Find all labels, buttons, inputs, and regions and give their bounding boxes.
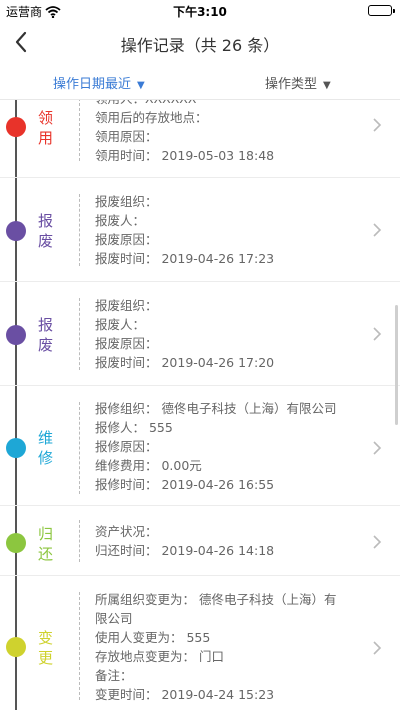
chevron-right-icon [373, 223, 382, 237]
record-type-label: 变更 [38, 629, 54, 667]
record-field: 维修费用： 0.00元 [95, 458, 202, 473]
record-list[interactable]: 领用 领用人：XXXXXX 领用后的存放地点： 领用原因： 领用时间： 2019… [0, 100, 400, 710]
record-field: 使用人变更为： 555 [95, 630, 211, 645]
triangle-down-icon: ▼ [137, 80, 145, 91]
record-field: 存放地点变更为： 门口 [95, 649, 224, 664]
record-fields: 资产状况： 归还时间： 2019-04-26 14:18 [95, 522, 370, 560]
record-type-label: 报废 [38, 212, 54, 250]
record-item[interactable]: 领用 领用人：XXXXXX 领用后的存放地点： 领用原因： 领用时间： 2019… [0, 100, 400, 178]
sort-date-label: 操作日期最近 [53, 77, 132, 92]
chevron-right-icon [373, 641, 382, 655]
filter-bar: 操作日期最近 ▼ 操作类型 ▼ [0, 64, 400, 100]
record-field: 资产状况： [95, 524, 158, 539]
chevron-right-icon [373, 535, 382, 549]
record-field: 领用时间： 2019-05-03 18:48 [95, 148, 275, 163]
timeline-dot [6, 533, 26, 553]
dashed-divider [79, 100, 80, 161]
record-field: 领用后的存放地点： [95, 110, 208, 125]
dashed-divider [79, 194, 80, 266]
record-type-label: 报废 [38, 316, 54, 354]
record-field: 报废人： [95, 213, 146, 228]
record-field: 报废原因： [95, 232, 158, 247]
record-item[interactable]: 维修 报修组织： 德佟电子科技（上海）有限公司 报修人： 555 报修原因： 维… [0, 386, 400, 506]
record-type-label: 领用 [38, 109, 54, 147]
record-field: 报废组织： [95, 194, 158, 209]
record-field: 备注： [95, 668, 133, 683]
record-item[interactable]: 报废 报废组织： 报废人： 报废原因： 报废时间： 2019-04-26 17:… [0, 178, 400, 282]
dashed-divider [79, 520, 80, 562]
record-field: 报废人： [95, 317, 146, 332]
operation-type-label: 操作类型 [265, 77, 318, 92]
timeline-dot [6, 637, 26, 657]
record-type-label: 归还 [38, 525, 54, 563]
status-bar: 运营商 下午3:10 [0, 0, 400, 20]
record-item[interactable]: 归还 资产状况： 归还时间： 2019-04-26 14:18 [0, 506, 400, 576]
record-fields: 领用人：XXXXXX 领用后的存放地点： 领用原因： 领用时间： 2019-05… [95, 100, 370, 165]
record-field: 归还时间： 2019-04-26 14:18 [95, 543, 275, 558]
dashed-divider [79, 402, 80, 494]
chevron-right-icon [373, 441, 382, 455]
timeline-dot [6, 117, 26, 137]
record-field: 报废时间： 2019-04-26 17:23 [95, 251, 275, 266]
record-field: 变更时间： 2019-04-24 15:23 [95, 687, 275, 702]
record-field: 报废组织： [95, 298, 158, 313]
sort-date-filter[interactable]: 操作日期最近 ▼ [53, 73, 145, 92]
record-field: 报修组织： 德佟电子科技（上海）有限公司 [95, 401, 337, 416]
timeline-dot [6, 438, 26, 458]
scrollbar[interactable] [395, 305, 398, 425]
timeline-dot [6, 221, 26, 241]
page-title: 操作记录（共 26 条） [120, 36, 280, 55]
record-field: 领用原因： [95, 129, 158, 144]
record-field: 报修原因： [95, 439, 158, 454]
record-item[interactable]: 报废 报废组织： 报废人： 报废原因： 报废时间： 2019-04-26 17:… [0, 282, 400, 386]
operation-type-filter[interactable]: 操作类型 ▼ [265, 73, 331, 92]
record-field: 报废时间： 2019-04-26 17:20 [95, 355, 275, 370]
record-fields: 报废组织： 报废人： 报废原因： 报废时间： 2019-04-26 17:23 [95, 192, 370, 268]
record-fields: 报修组织： 德佟电子科技（上海）有限公司 报修人： 555 报修原因： 维修费用… [95, 399, 370, 494]
navigation-bar: 操作记录（共 26 条） [0, 20, 400, 64]
dashed-divider [79, 592, 80, 700]
timeline-dot [6, 325, 26, 345]
record-item[interactable]: 变更 所属组织变更为： 德佟电子科技（上海）有限公司 使用人变更为： 555 存… [0, 576, 400, 710]
chevron-right-icon [373, 118, 382, 132]
record-field: 报修时间： 2019-04-26 16:55 [95, 477, 275, 492]
record-field: 报修人： 555 [95, 420, 173, 435]
status-time: 下午3:10 [173, 5, 227, 19]
record-field: 所属组织变更为： 德佟电子科技（上海）有限公司 [95, 592, 337, 626]
battery-icon [368, 5, 395, 16]
record-field: 领用人：XXXXXX [95, 100, 370, 108]
record-fields: 所属组织变更为： 德佟电子科技（上海）有限公司 使用人变更为： 555 存放地点… [95, 590, 370, 704]
record-type-label: 维修 [38, 429, 54, 467]
triangle-down-icon: ▼ [323, 80, 331, 91]
dashed-divider [79, 298, 80, 370]
record-fields: 报废组织： 报废人： 报废原因： 报废时间： 2019-04-26 17:20 [95, 296, 370, 372]
chevron-right-icon [373, 327, 382, 341]
record-field: 报废原因： [95, 336, 158, 351]
